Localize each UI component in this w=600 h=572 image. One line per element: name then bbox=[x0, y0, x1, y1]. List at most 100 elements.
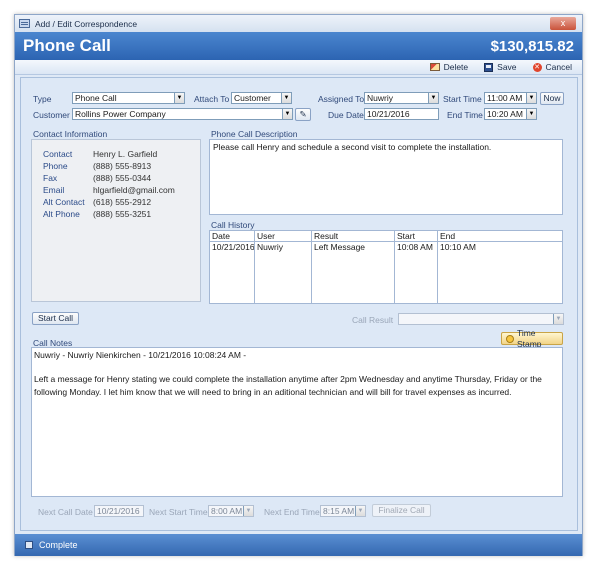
chevron-down-icon[interactable]: ▼ bbox=[282, 109, 292, 119]
cancel-button[interactable]: ✕ Cancel bbox=[532, 62, 572, 72]
title-bar: Add / Edit Correspondence x bbox=[15, 15, 582, 32]
call-result-select[interactable]: ▼ bbox=[398, 313, 564, 325]
chevron-down-icon[interactable]: ▼ bbox=[243, 506, 253, 516]
contact-section-title: Contact Information bbox=[33, 129, 108, 139]
history-end: 10:10 AM bbox=[440, 242, 476, 252]
contact-label: Contact bbox=[43, 149, 73, 159]
end-time-value: 10:20 AM bbox=[487, 109, 523, 119]
email-value[interactable]: hlgarfield@gmail.com bbox=[93, 185, 175, 197]
column-header-user[interactable]: User bbox=[255, 231, 312, 241]
now-button[interactable]: Now bbox=[540, 92, 564, 105]
chevron-down-icon[interactable]: ▼ bbox=[428, 93, 438, 103]
phone-label: Phone bbox=[43, 161, 68, 171]
status-bar: Complete bbox=[15, 534, 582, 556]
call-result-label: Call Result bbox=[352, 315, 394, 325]
start-call-button[interactable]: Start Call bbox=[32, 312, 79, 325]
description-textarea[interactable]: Please call Henry and schedule a second … bbox=[209, 139, 563, 215]
start-time-label: Start Time bbox=[443, 94, 482, 104]
amount-display: $130,815.82 bbox=[490, 37, 574, 55]
next-end-time-select[interactable]: 8:15 AM ▼ bbox=[320, 505, 366, 517]
chevron-down-icon[interactable]: ▼ bbox=[174, 93, 184, 103]
end-time-select[interactable]: 10:20 AM ▼ bbox=[484, 108, 537, 120]
history-result: Left Message bbox=[314, 242, 366, 252]
phone-row: Phone (888) 555-8913 bbox=[43, 161, 151, 173]
column-header-result[interactable]: Result bbox=[312, 231, 395, 241]
next-end-time-value: 8:15 AM bbox=[323, 506, 355, 516]
phone-value: (888) 555-8913 bbox=[93, 161, 152, 171]
delete-label: Delete bbox=[443, 62, 469, 72]
history-start: 10:08 AM bbox=[397, 242, 433, 252]
alt-contact-row: Alt Contact (618) 555-2912 bbox=[43, 197, 151, 209]
chevron-down-icon[interactable]: ▼ bbox=[526, 93, 536, 103]
alt-contact-label: Alt Contact bbox=[43, 197, 85, 207]
toolbar: Delete Save ✕ Cancel bbox=[15, 60, 582, 75]
save-label: Save bbox=[497, 62, 517, 72]
assigned-to-select[interactable]: Nuwriy ▼ bbox=[364, 92, 439, 104]
due-date-label: Due Date bbox=[328, 110, 364, 120]
cancel-label: Cancel bbox=[545, 62, 572, 72]
next-start-time-select[interactable]: 8:00 AM ▼ bbox=[208, 505, 254, 517]
next-call-date-field[interactable]: 10/21/2016 bbox=[94, 505, 144, 517]
history-date: 10/21/2016 bbox=[212, 242, 255, 252]
page-title: Phone Call bbox=[23, 36, 111, 55]
notes-header-line: Nuwriy - Nuwriy Nienkirchen - 10/21/2016… bbox=[34, 350, 247, 360]
window-title: Add / Edit Correspondence bbox=[35, 18, 138, 29]
contact-row: Contact Henry L. Garfield bbox=[43, 149, 157, 161]
chevron-down-icon[interactable]: ▼ bbox=[281, 93, 291, 103]
description-section-title: Phone Call Description bbox=[211, 129, 298, 139]
floppy-disk-icon bbox=[484, 62, 494, 72]
type-select[interactable]: Phone Call ▼ bbox=[72, 92, 185, 104]
start-time-value: 11:00 AM bbox=[487, 93, 523, 103]
table-row[interactable]: 10/21/2016 Nuwriy Left Message 10:08 AM … bbox=[210, 242, 562, 253]
call-notes-textarea[interactable]: Nuwriy - Nuwriy Nienkirchen - 10/21/2016… bbox=[31, 347, 563, 497]
next-start-time-value: 8:00 AM bbox=[211, 506, 243, 516]
time-stamp-button[interactable]: Time Stamp bbox=[501, 328, 563, 349]
chevron-down-icon[interactable]: ▼ bbox=[526, 109, 536, 119]
next-call-date-label: Next Call Date bbox=[38, 507, 93, 517]
form-header: Phone Call $130,815.82 bbox=[15, 32, 582, 60]
app-icon bbox=[19, 19, 30, 28]
contact-name: Henry L. Garfield bbox=[93, 149, 158, 159]
fax-row: Fax (888) 555-0344 bbox=[43, 173, 151, 185]
delete-button[interactable]: Delete bbox=[429, 62, 469, 72]
eraser-icon bbox=[429, 63, 440, 71]
history-user: Nuwriy bbox=[257, 242, 283, 252]
alt-phone-label: Alt Phone bbox=[43, 209, 80, 219]
fax-label: Fax bbox=[43, 173, 58, 183]
table-header: Date User Result Start End bbox=[210, 231, 562, 242]
complete-label: Complete bbox=[39, 540, 78, 550]
call-history-table: Date User Result Start End 10/21/2016 Nu… bbox=[209, 230, 563, 304]
type-label: Type bbox=[33, 94, 52, 104]
customer-label: Customer bbox=[33, 110, 70, 120]
customer-value: Rollins Power Company bbox=[75, 109, 166, 119]
end-time-label: End Time bbox=[447, 110, 483, 120]
chevron-down-icon[interactable]: ▼ bbox=[355, 506, 365, 516]
finalize-call-button[interactable]: Finalize Call bbox=[372, 504, 431, 517]
email-label: Email bbox=[43, 185, 65, 195]
due-date-field[interactable]: 10/21/2016 bbox=[364, 108, 439, 120]
alt-phone-row: Alt Phone (888) 555-3251 bbox=[43, 209, 151, 221]
attach-to-label: Attach To bbox=[194, 94, 230, 104]
cancel-icon: ✕ bbox=[532, 62, 542, 72]
attach-to-select[interactable]: Customer ▼ bbox=[231, 92, 292, 104]
email-row: Email hlgarfield@gmail.com bbox=[43, 185, 175, 197]
alt-contact-value: (618) 555-2912 bbox=[93, 197, 152, 207]
column-header-end[interactable]: End bbox=[438, 231, 562, 241]
edit-customer-button[interactable]: ✎ bbox=[295, 108, 311, 121]
start-time-select[interactable]: 11:00 AM ▼ bbox=[484, 92, 537, 104]
history-section-title: Call History bbox=[211, 220, 255, 230]
contact-info-box: Contact Henry L. Garfield Phone (888) 55… bbox=[31, 139, 201, 302]
next-start-time-label: Next Start Time bbox=[149, 507, 208, 517]
column-header-start[interactable]: Start bbox=[395, 231, 438, 241]
next-end-time-label: Next End Time bbox=[264, 507, 320, 517]
fax-value: (888) 555-0344 bbox=[93, 173, 152, 183]
attach-to-value: Customer bbox=[234, 93, 271, 103]
type-value: Phone Call bbox=[75, 93, 117, 103]
chevron-down-icon[interactable]: ▼ bbox=[553, 314, 563, 324]
save-button[interactable]: Save bbox=[484, 62, 517, 72]
close-button[interactable]: x bbox=[550, 17, 576, 30]
column-header-date[interactable]: Date bbox=[210, 231, 255, 241]
checkbox-icon[interactable] bbox=[25, 541, 33, 549]
customer-select[interactable]: Rollins Power Company ▼ bbox=[72, 108, 293, 120]
alt-phone-value: (888) 555-3251 bbox=[93, 209, 152, 219]
